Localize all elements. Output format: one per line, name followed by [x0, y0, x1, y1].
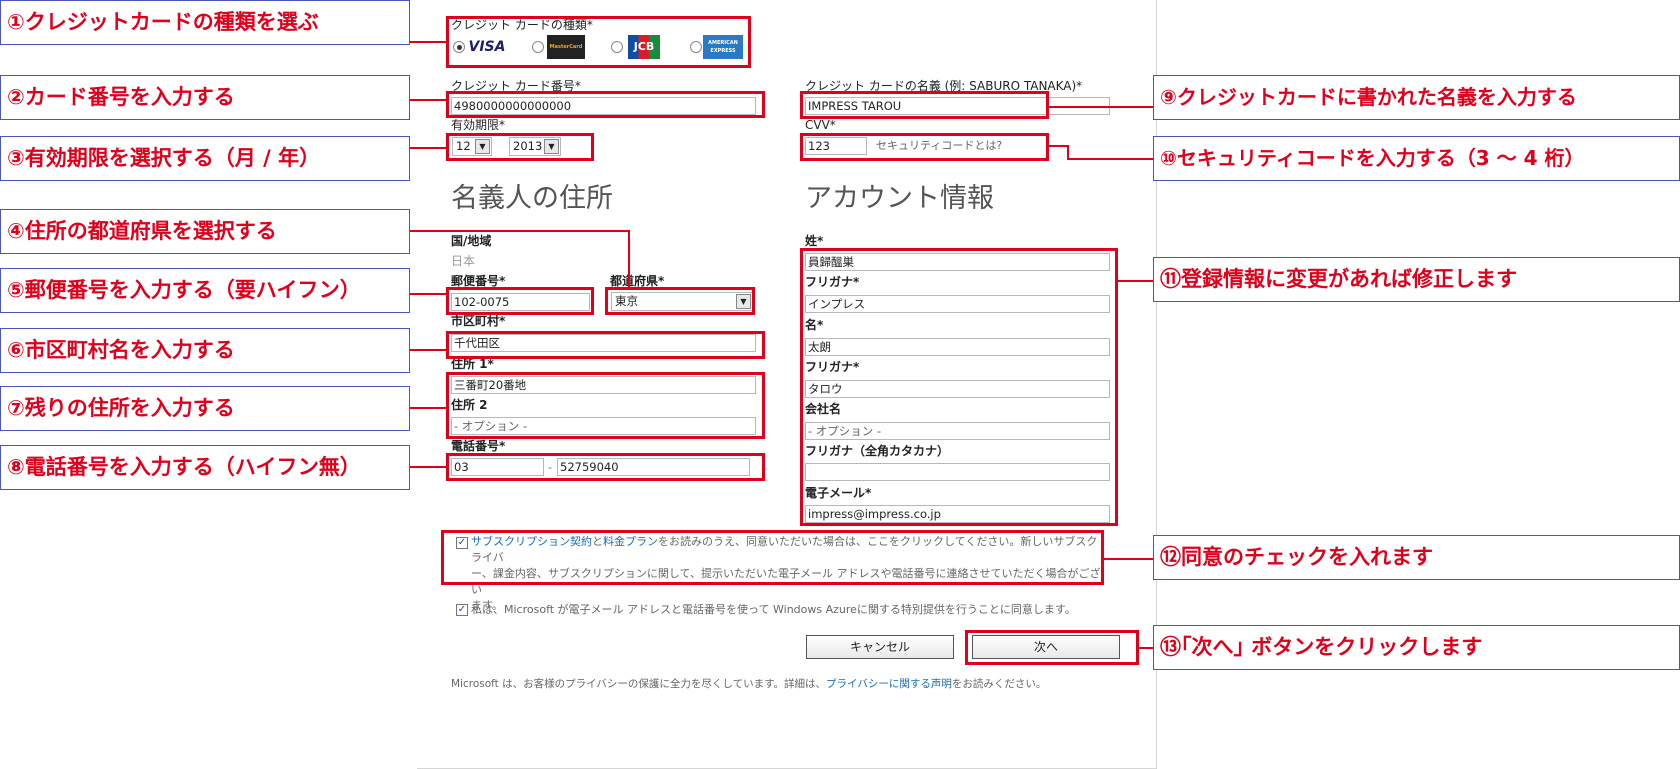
privacy-statement-link[interactable]: プライバシーに関する声明	[826, 678, 952, 690]
highlight-phone	[446, 453, 765, 481]
connector-4b	[628, 230, 630, 287]
prefecture-label: 都道府県*	[610, 274, 665, 288]
callout-9: ⑨クレジットカードに書かれた名義を入力する	[1153, 75, 1680, 120]
callout-5: ⑤郵便番号を入力する（要ハイフン）	[0, 268, 410, 313]
connector-6	[410, 349, 446, 351]
connector-13	[1139, 647, 1153, 649]
postal-label: 郵便番号*	[451, 274, 506, 288]
highlight-next	[965, 630, 1139, 665]
connector-12	[1104, 558, 1153, 560]
connector-11	[1118, 280, 1153, 282]
country-value: 日本	[451, 254, 476, 268]
connector-5	[410, 293, 446, 295]
cancel-button[interactable]: キャンセル	[806, 635, 954, 659]
callout-6: ⑥市区町村名を入力する	[0, 328, 410, 373]
last-name-label: 姓*	[805, 234, 824, 248]
city-label: 市区町村*	[451, 314, 506, 328]
highlight-card-name	[800, 91, 1049, 119]
connector-2	[410, 99, 446, 101]
callout-7: ⑦残りの住所を入力する	[0, 386, 410, 431]
callout-12: ⑫同意のチェックを入れます	[1153, 535, 1680, 580]
callout-11: ⑪登録情報に変更があれば修正します	[1153, 257, 1680, 302]
callout-2: ②カード番号を入力する	[0, 75, 410, 120]
privacy-suffix: をお読みください。	[951, 678, 1047, 690]
highlight-card-type	[446, 16, 751, 68]
callout-13: ⑬｢次へ｣ ボタンをクリックします	[1153, 625, 1680, 670]
highlight-card-number	[446, 91, 765, 118]
highlight-expiry	[446, 133, 594, 161]
connector-10a	[1049, 145, 1069, 147]
highlight-account	[800, 248, 1118, 526]
connector-9	[1049, 106, 1153, 108]
offers-text: 私は、Microsoft が電子メール アドレスと電話番号を使って Window…	[471, 603, 1076, 616]
highlight-cvv	[800, 133, 1049, 161]
phone-label: 電話番号*	[451, 439, 506, 453]
privacy-text: Microsoft は、お客様のプライバシーの保護に全力を尽くしています。詳細は…	[451, 677, 1046, 692]
callout-3: ③有効期限を選択する（月 / 年）	[0, 136, 410, 181]
privacy-prefix: Microsoft は、お客様のプライバシーの保護に全力を尽くしています。詳細は…	[451, 678, 827, 690]
connector-3	[410, 147, 446, 149]
connector-1	[410, 41, 446, 43]
callout-8: ⑧電話番号を入力する（ハイフン無）	[0, 445, 410, 490]
connector-8	[410, 466, 446, 468]
callout-4: ④住所の都道府県を選択する	[0, 209, 410, 254]
highlight-city	[446, 331, 765, 359]
offers-checkbox[interactable]: ✓	[456, 604, 468, 616]
expiry-label: 有効期限*	[451, 118, 506, 132]
callout-10: ⑩セキュリティコードを入力する（3 ～ 4 桁）	[1153, 136, 1680, 181]
country-label: 国/地域	[451, 234, 492, 248]
connector-4a	[410, 230, 630, 232]
address-heading: 名義人の住所	[451, 183, 613, 214]
highlight-prefecture	[605, 287, 755, 315]
highlight-address	[446, 372, 765, 439]
highlight-agreement	[441, 530, 1104, 585]
connector-10c	[1067, 158, 1153, 160]
address1-label: 住所 1*	[451, 357, 494, 371]
highlight-postal	[446, 287, 594, 315]
account-heading: アカウント情報	[805, 183, 994, 214]
connector-7	[410, 407, 446, 409]
cvv-label: CVV*	[805, 118, 836, 132]
callout-1: ①クレジットカードの種類を選ぶ	[0, 0, 410, 45]
